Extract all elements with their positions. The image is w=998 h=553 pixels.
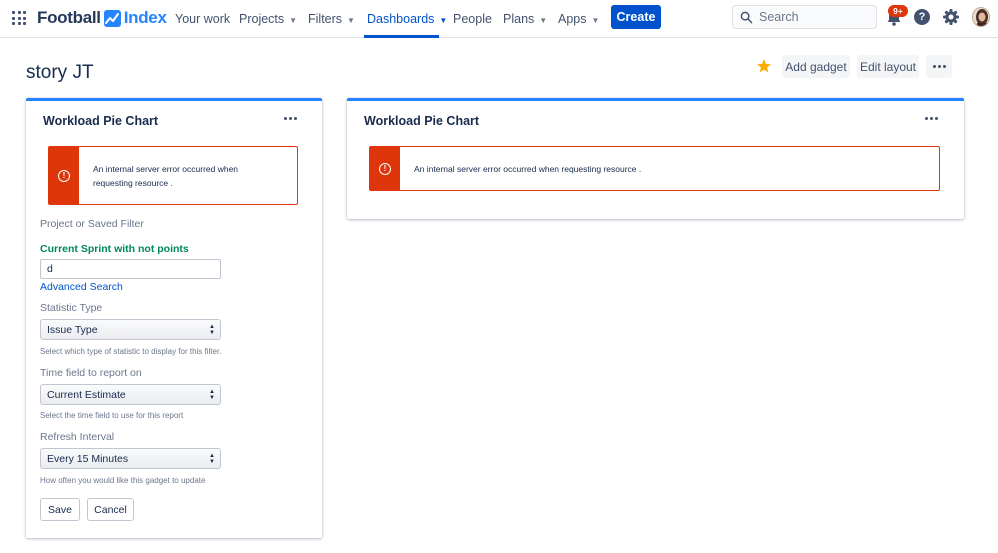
nav-your-work-label: Your work <box>175 12 231 26</box>
notification-badge: 9+ <box>888 5 908 17</box>
cancel-button[interactable]: Cancel <box>87 498 134 521</box>
more-dot-icon <box>932 65 936 68</box>
page-title: story JT <box>26 62 94 83</box>
search-placeholder: Search <box>759 10 799 24</box>
more-dot-icon <box>284 117 287 120</box>
error-message: ! An internal server error occurred when… <box>48 146 298 205</box>
save-button[interactable]: Save <box>40 498 80 521</box>
select-arrows-icon: ▲ ▼ <box>209 453 215 465</box>
time-field-label: Time field to report on <box>40 367 142 379</box>
logo-word-2: Index <box>123 8 167 27</box>
more-dot-icon <box>289 117 292 120</box>
chevron-down-icon: ▼ <box>591 15 600 25</box>
search-input[interactable]: Search <box>732 5 877 29</box>
error-icon: ! <box>379 162 391 175</box>
nav-projects[interactable]: Projects ▼ <box>239 0 297 38</box>
top-navigation: Football Index Your work Projects ▼ Filt… <box>0 0 998 38</box>
nav-projects-label: Projects <box>239 12 285 26</box>
refresh-interval-select[interactable]: Every 15 Minutes ▲ ▼ <box>40 448 221 469</box>
gadget-title: Workload Pie Chart <box>43 114 159 128</box>
more-dot-icon <box>930 117 933 120</box>
more-dot-icon <box>925 117 928 120</box>
project-filter-label: Project or Saved Filter <box>40 218 144 230</box>
more-actions-button[interactable] <box>926 55 952 78</box>
add-gadget-button[interactable]: Add gadget <box>782 55 850 78</box>
star-icon[interactable] <box>756 58 772 74</box>
time-field-value: Current Estimate <box>47 388 126 401</box>
search-icon <box>740 11 753 23</box>
nav-dashboards[interactable]: Dashboards ▼ <box>364 0 447 38</box>
avatar-image <box>973 8 989 26</box>
chevron-down-icon: ▼ <box>439 15 448 25</box>
error-strip: ! <box>49 147 79 204</box>
filter-search-value: d <box>47 263 53 275</box>
nav-dashboards-label: Dashboards <box>367 12 435 26</box>
error-icon: ! <box>58 169 70 182</box>
filter-search-input[interactable]: d <box>40 259 221 279</box>
refresh-interval-value: Every 15 Minutes <box>47 452 129 465</box>
error-message: ! An internal server error occurred when… <box>369 146 940 191</box>
selected-filter-name: Current Sprint with not points <box>40 243 189 255</box>
statistic-type-select[interactable]: Issue Type ▲ ▼ <box>40 319 221 340</box>
create-button[interactable]: Create <box>611 5 661 29</box>
more-dot-icon <box>942 65 946 68</box>
gadget-menu-button[interactable] <box>925 117 938 120</box>
nav-filters-label: Filters <box>308 12 343 26</box>
select-arrows-icon: ▲ ▼ <box>209 389 215 401</box>
nav-people-label: People <box>453 12 492 26</box>
refresh-interval-help: How often you would like this gadget to … <box>40 476 206 485</box>
refresh-interval-label: Refresh Interval <box>40 431 115 443</box>
advanced-search-link[interactable]: Advanced Search <box>40 281 123 293</box>
time-field-select[interactable]: Current Estimate ▲ ▼ <box>40 384 221 405</box>
nav-apps[interactable]: Apps ▼ <box>558 0 599 38</box>
logo-mark-icon <box>103 9 121 27</box>
gadget-title: Workload Pie Chart <box>364 114 480 128</box>
nav-plans-label: Plans <box>503 12 535 26</box>
more-dot-icon <box>937 65 941 68</box>
settings-gear-icon[interactable] <box>942 8 960 26</box>
chevron-down-icon: ▼ <box>289 15 298 25</box>
more-dot-icon <box>935 117 938 120</box>
select-arrows-icon: ▲ ▼ <box>209 324 215 336</box>
nav-apps-label: Apps <box>558 12 587 26</box>
error-text: An internal server error occurred when r… <box>93 163 239 188</box>
statistic-type-help: Select which type of statistic to displa… <box>40 347 222 356</box>
chevron-down-icon: ▼ <box>539 15 548 25</box>
edit-layout-button[interactable]: Edit layout <box>857 55 919 78</box>
error-strip: ! <box>370 147 400 190</box>
user-avatar[interactable] <box>972 7 990 27</box>
statistic-type-value: Issue Type <box>47 323 98 336</box>
nav-filters[interactable]: Filters ▼ <box>308 0 355 38</box>
product-logo[interactable]: Football Index <box>37 7 167 29</box>
time-field-help: Select the time field to use for this re… <box>40 411 184 420</box>
gadget-menu-button[interactable] <box>284 117 297 120</box>
logo-word-1: Football <box>37 8 101 27</box>
app-switcher-icon[interactable] <box>12 11 26 25</box>
statistic-type-label: Statistic Type <box>40 302 103 314</box>
help-icon[interactable]: ? <box>914 9 930 25</box>
nav-your-work[interactable]: Your work <box>175 0 230 38</box>
nav-plans[interactable]: Plans ▼ <box>503 0 547 38</box>
nav-people[interactable]: People <box>453 0 492 38</box>
error-text: An internal server error occurred when r… <box>414 163 642 174</box>
chevron-down-icon: ▼ <box>347 15 355 25</box>
more-dot-icon <box>294 117 297 120</box>
